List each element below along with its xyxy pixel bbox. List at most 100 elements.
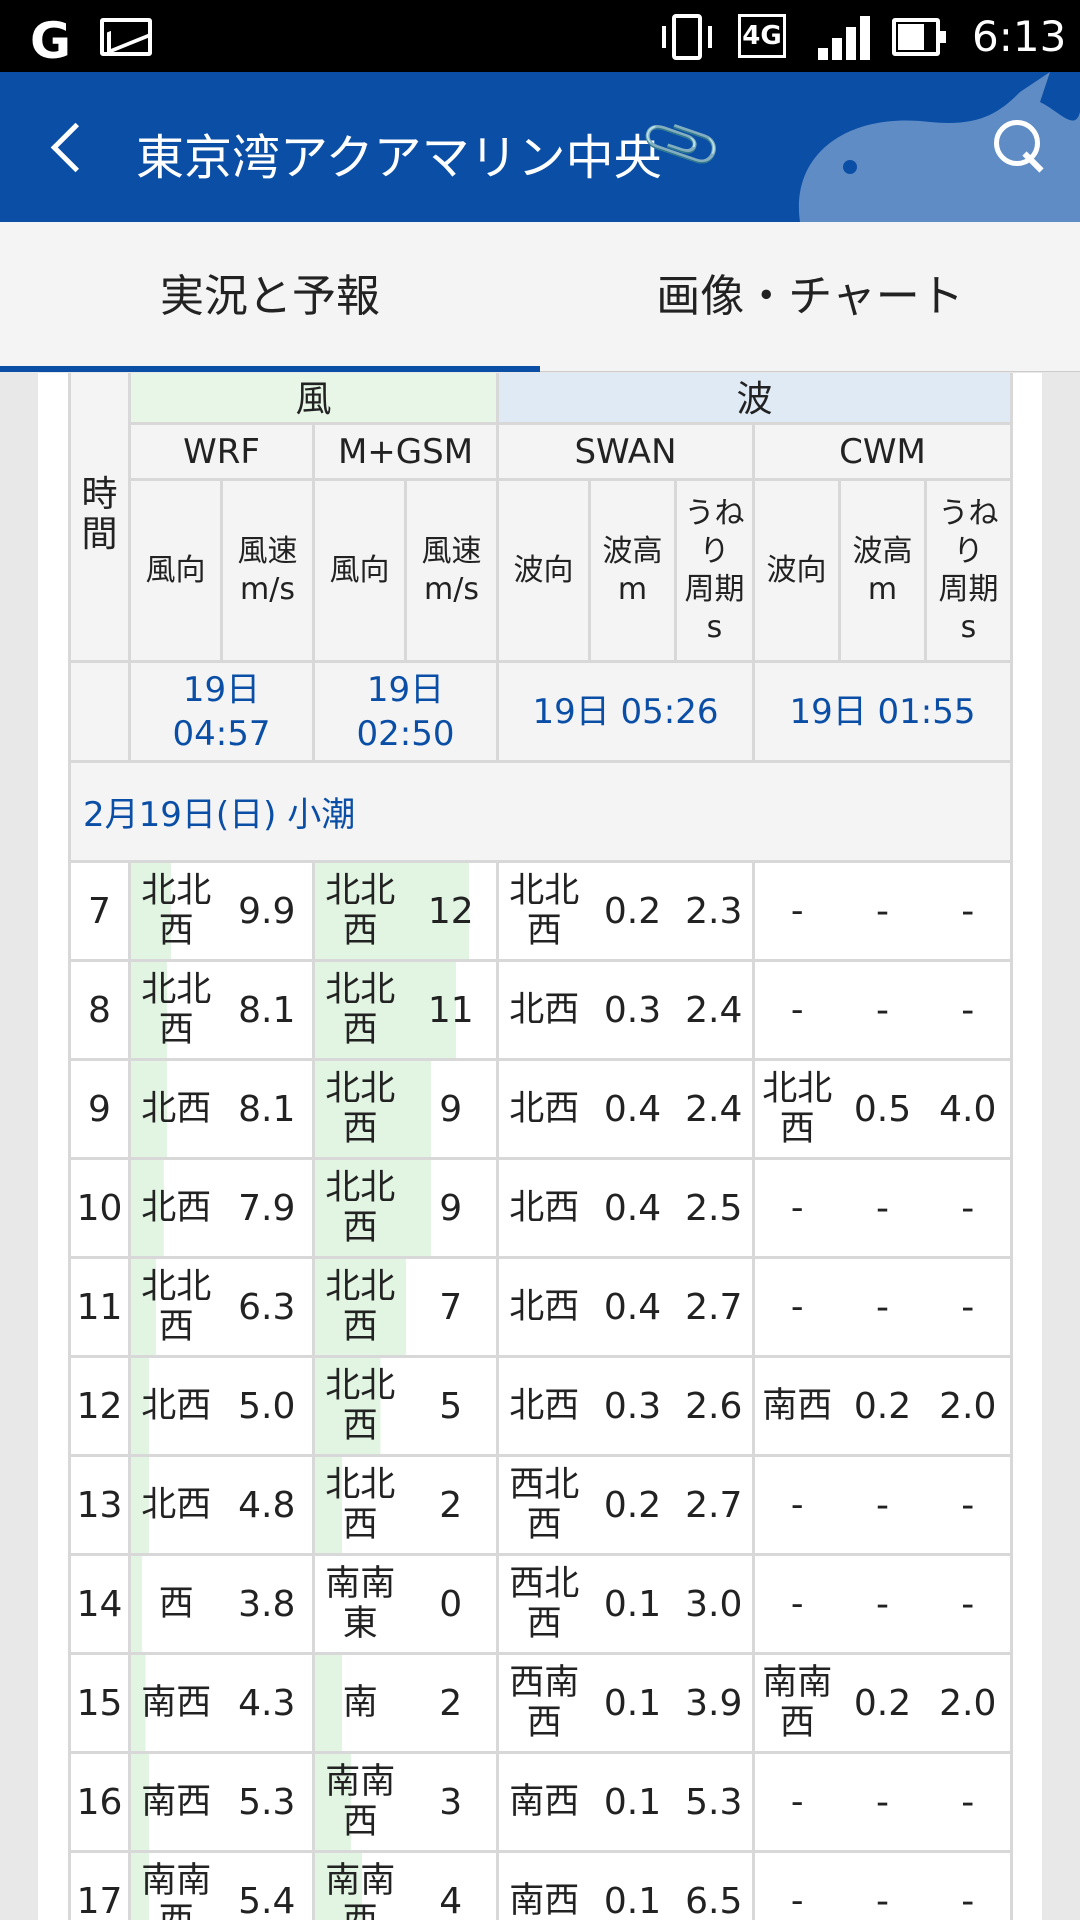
swan-period-cell: 2.7 bbox=[675, 1256, 755, 1358]
wrf-dir-cell: 北西 bbox=[128, 1058, 222, 1160]
cwm-period-cell: - bbox=[925, 1256, 1013, 1358]
cwm-period-cell: 4.0 bbox=[925, 1058, 1013, 1160]
gsm-speed-cell: 3 bbox=[405, 1751, 499, 1853]
cwm-height-cell: - bbox=[839, 959, 926, 1061]
cwm-period-cell: - bbox=[925, 959, 1013, 1061]
cwm-dir-cell: - bbox=[752, 860, 840, 962]
hour-cell: 13 bbox=[68, 1454, 131, 1556]
observed-mgsm[interactable]: 19日 02:50 bbox=[312, 660, 499, 763]
swan-dir-cell: 南西 bbox=[496, 1850, 590, 1920]
cwm-dir-cell: - bbox=[752, 1850, 840, 1920]
hour-cell: 9 bbox=[68, 1058, 131, 1160]
cwm-period-cell: - bbox=[925, 1553, 1013, 1655]
status-time: 6:13 bbox=[972, 12, 1067, 61]
status-bar: G 4G 6:13 bbox=[0, 0, 1080, 72]
cwm-height-cell: - bbox=[839, 1256, 926, 1358]
cwm-dir-cell: 南南 西 bbox=[752, 1652, 840, 1754]
swan-period-cell: 2.4 bbox=[675, 959, 755, 1061]
cwm-height-cell: 0.5 bbox=[839, 1058, 926, 1160]
date-label: 2月19日(日) 小潮 bbox=[68, 760, 1013, 863]
wrf-speed-cell: 3.8 bbox=[221, 1553, 315, 1655]
swan-height-cell: 0.4 bbox=[589, 1256, 676, 1358]
hour-cell: 15 bbox=[68, 1652, 131, 1754]
search-icon[interactable] bbox=[994, 120, 1050, 176]
observed-swan[interactable]: 19日 05:26 bbox=[496, 660, 755, 763]
swan-period-cell: 2.5 bbox=[675, 1157, 755, 1259]
battery-icon bbox=[892, 18, 946, 56]
observed-wrf[interactable]: 19日 04:57 bbox=[128, 660, 315, 763]
observed-time-blank bbox=[68, 660, 131, 763]
gsm-dir-cell: 北北 西 bbox=[312, 1256, 406, 1358]
swan-height-cell: 0.3 bbox=[589, 959, 676, 1061]
swan-height-cell: 0.2 bbox=[589, 1454, 676, 1556]
cwm-dir-cell: 北北 西 bbox=[752, 1058, 840, 1160]
swan-period-cell: 2.6 bbox=[675, 1355, 755, 1457]
cwm-period-cell: - bbox=[925, 1751, 1013, 1853]
cwm-dir-cell: - bbox=[752, 1553, 840, 1655]
observed-cwm[interactable]: 19日 01:55 bbox=[752, 660, 1013, 763]
gsm-speed-cell: 9 bbox=[405, 1058, 499, 1160]
cwm-height-cell: - bbox=[839, 1454, 926, 1556]
gsm-dir-cell: 北北 西 bbox=[312, 1355, 406, 1457]
hour-cell: 12 bbox=[68, 1355, 131, 1457]
gsm-dir-cell: 南 bbox=[312, 1652, 406, 1754]
tab-bar: 実況と予報 画像・チャート bbox=[0, 222, 1080, 372]
hour-cell: 7 bbox=[68, 860, 131, 962]
back-arrow-icon[interactable] bbox=[46, 122, 90, 172]
wrf-speed-cell: 8.1 bbox=[221, 959, 315, 1061]
swan-height-cell: 0.1 bbox=[589, 1850, 676, 1920]
model-swan-header: SWAN bbox=[496, 422, 755, 481]
wrf-speed-cell: 6.3 bbox=[221, 1256, 315, 1358]
gsm-dir-cell: 北北 西 bbox=[312, 959, 406, 1061]
cwm-period-cell: 2.0 bbox=[925, 1355, 1013, 1457]
cwm-dir-cell: 南西 bbox=[752, 1355, 840, 1457]
gsm-speed-cell: 2 bbox=[405, 1454, 499, 1556]
cwm-height-cell: - bbox=[839, 1553, 926, 1655]
gsm-dir-cell: 北北 西 bbox=[312, 1157, 406, 1259]
wrf-dir-header: 風向 bbox=[128, 478, 223, 663]
swan-period-header: うね り 周期 s bbox=[674, 478, 755, 663]
swan-period-cell: 3.9 bbox=[675, 1652, 755, 1754]
table-row: 7 北北 西 9.9 北北 西 12 北北 西 0.2 2.3- - - bbox=[68, 860, 1013, 962]
tab-observation-forecast[interactable]: 実況と予報 bbox=[0, 222, 540, 372]
cwm-dir-cell: - bbox=[752, 1256, 840, 1358]
cwm-dir-header: 波向 bbox=[752, 478, 841, 663]
swan-height-header: 波高 m bbox=[588, 478, 677, 663]
tab-images-charts[interactable]: 画像・チャート bbox=[540, 222, 1080, 372]
swan-dir-cell: 西北 西 bbox=[496, 1454, 590, 1556]
wrf-dir-cell: 北北 西 bbox=[128, 959, 222, 1061]
forecast-table: 時 間 風 波 WRF M+GSM SWAN CWM 風向 風速 m/s 風向 … bbox=[68, 373, 1013, 1920]
table-row: 11 北北 西 6.3 北北 西 7 北西 0.4 2.7- - - bbox=[68, 1256, 1013, 1358]
swan-period-cell: 2.4 bbox=[675, 1058, 755, 1160]
swan-dir-cell: 北西 bbox=[496, 1157, 590, 1259]
hour-cell: 14 bbox=[68, 1553, 131, 1655]
gsm-dir-header: 風向 bbox=[312, 478, 407, 663]
cwm-height-cell: - bbox=[839, 860, 926, 962]
table-row: 15 南西 4.3 南 2 西南 西 0.1 3.9 南南 西 0.2 2.0 bbox=[68, 1652, 1013, 1754]
wrf-dir-cell: 北西 bbox=[128, 1454, 222, 1556]
wave-header: 波 bbox=[496, 373, 1013, 425]
swan-dir-cell: 北西 bbox=[496, 1058, 590, 1160]
table-row: 16 南西 5.3 南南 西 3 南西 0.1 5.3- - - bbox=[68, 1751, 1013, 1853]
table-row: 17南南 西5.4南南 西4南西0.16.5--- bbox=[68, 1850, 1013, 1920]
swan-period-cell: 2.7 bbox=[675, 1454, 755, 1556]
swan-height-cell: 0.1 bbox=[589, 1553, 676, 1655]
app-bar: 東京湾アクアマリン中央 📎 bbox=[0, 72, 1080, 222]
forecast-panel[interactable]: 時 間 風 波 WRF M+GSM SWAN CWM 風向 風速 m/s 風向 … bbox=[38, 373, 1042, 1920]
swan-period-cell: 5.3 bbox=[675, 1751, 755, 1853]
cwm-dir-cell: - bbox=[752, 1454, 840, 1556]
table-row: 13 北西 4.8 北北 西 2 西北 西 0.2 2.7- - - bbox=[68, 1454, 1013, 1556]
cwm-period-cell: - bbox=[925, 1850, 1013, 1920]
time-header: 時 間 bbox=[68, 373, 131, 663]
cwm-dir-cell: - bbox=[752, 1751, 840, 1853]
cwm-dir-cell: - bbox=[752, 1157, 840, 1259]
wrf-speed-cell: 5.0 bbox=[221, 1355, 315, 1457]
swan-dir-cell: 西北 西 bbox=[496, 1553, 590, 1655]
wrf-speed-header: 風速 m/s bbox=[220, 478, 315, 663]
hour-cell: 17 bbox=[68, 1850, 131, 1920]
cwm-height-header: 波高 m bbox=[838, 478, 927, 663]
swan-dir-cell: 南西 bbox=[496, 1751, 590, 1853]
swan-dir-cell: 北北 西 bbox=[496, 860, 590, 962]
google-icon: G bbox=[30, 12, 72, 70]
gsm-speed-header: 風速 m/s bbox=[404, 478, 499, 663]
